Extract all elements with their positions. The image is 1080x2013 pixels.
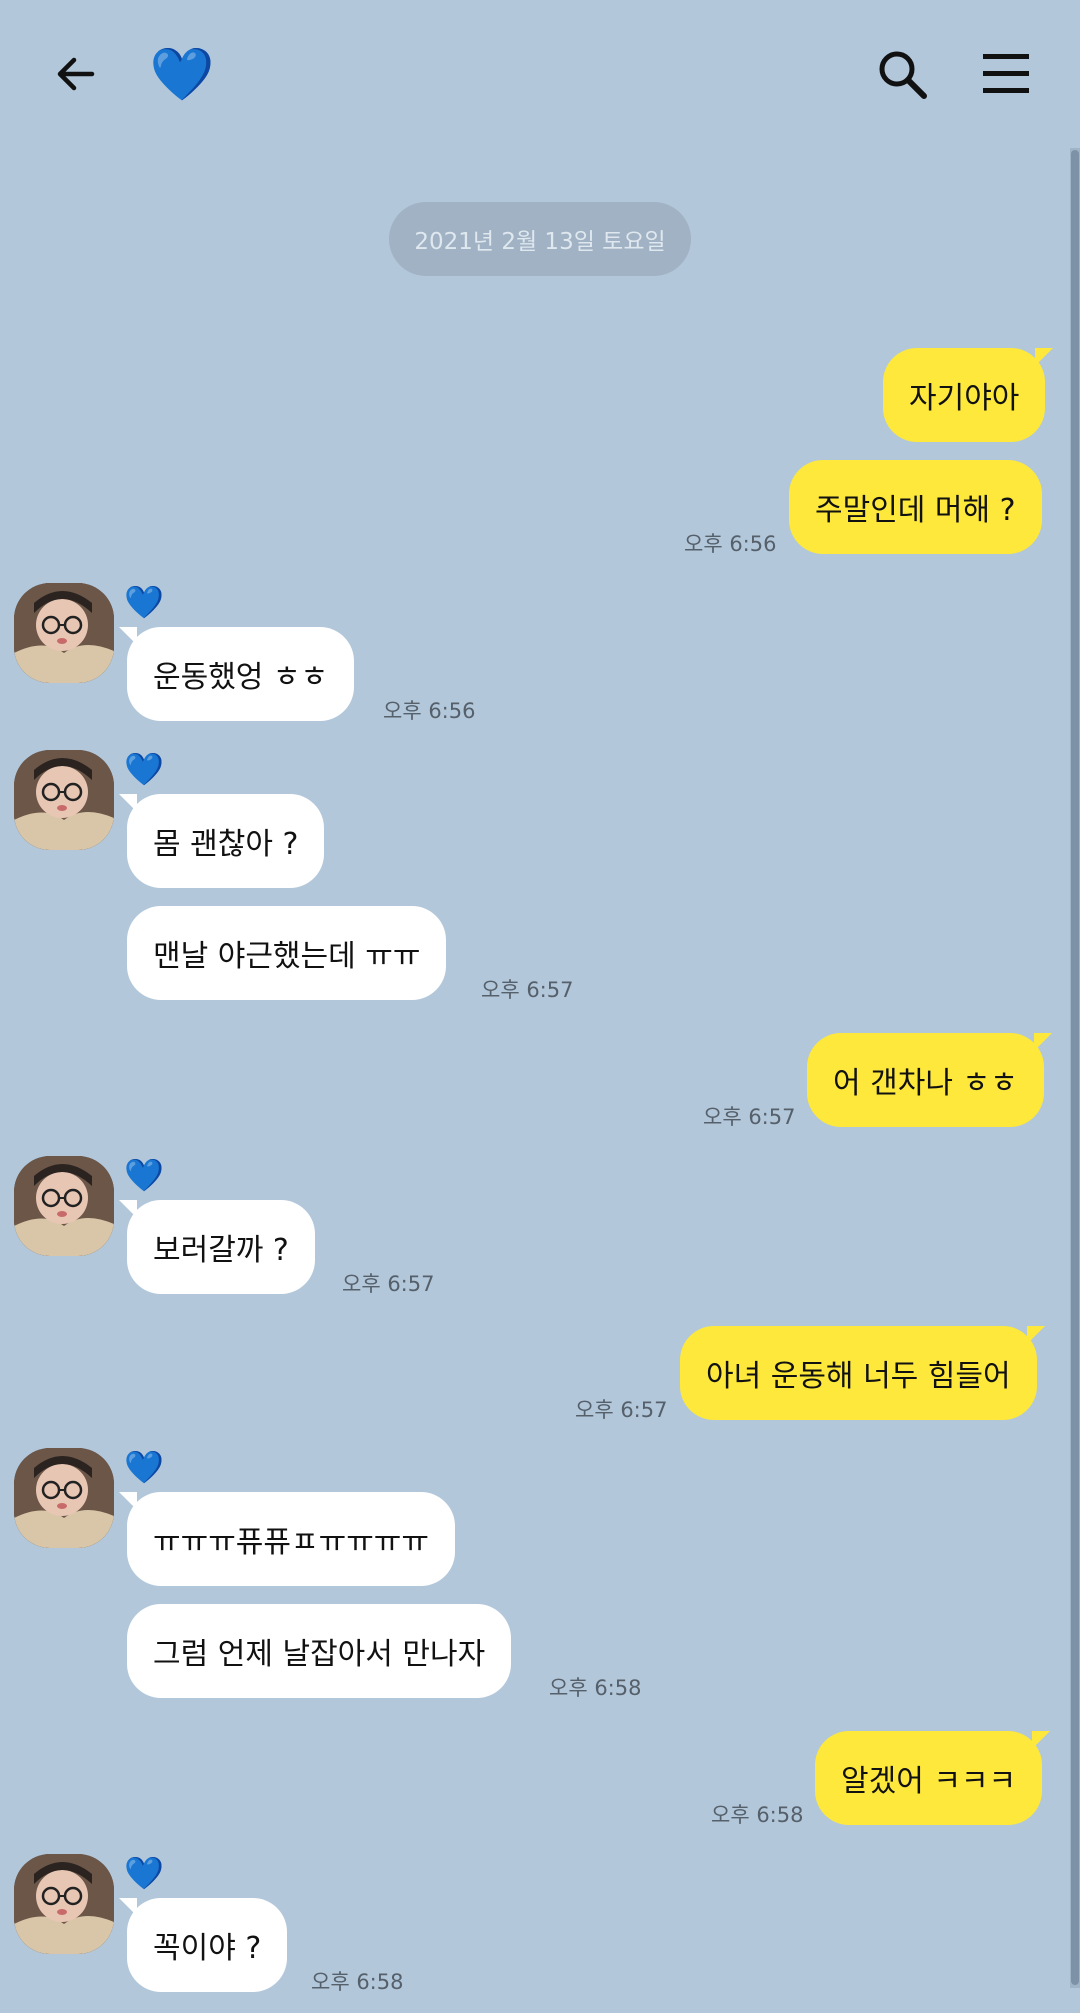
their-message-bubble[interactable]: 운동했엉 ㅎㅎ bbox=[118, 627, 355, 721]
sender-name-heart-icon: 💙 bbox=[124, 750, 164, 788]
message-timestamp: 오후 6:57 bbox=[481, 978, 574, 1002]
message-timestamp: 오후 6:58 bbox=[549, 1676, 642, 1700]
my-message-bubble[interactable]: 주말인데 머해 ? bbox=[789, 460, 1042, 554]
message-timestamp: 오후 6:57 bbox=[342, 1272, 435, 1296]
chat-title-heart-icon[interactable]: 💙 bbox=[150, 36, 215, 114]
date-divider: 2021년 2월 13일 토요일 bbox=[389, 202, 691, 276]
their-message-bubble[interactable]: 보러갈까 ? bbox=[119, 1200, 315, 1294]
their-message-bubble[interactable]: 맨날 야근했는데 ㅠㅠ bbox=[127, 906, 447, 1000]
search-icon[interactable] bbox=[866, 38, 938, 110]
my-message-bubble[interactable]: 자기야아 bbox=[883, 348, 1054, 442]
their-message-bubble[interactable]: 꼭이야 ? bbox=[118, 1898, 288, 1992]
message-timestamp: 오후 6:57 bbox=[575, 1398, 668, 1422]
sender-name-heart-icon: 💙 bbox=[124, 1156, 164, 1194]
my-message-bubble[interactable]: 아녀 운동해 너두 힘들어 bbox=[680, 1326, 1045, 1420]
message-timestamp: 오후 6:56 bbox=[383, 699, 476, 723]
sender-avatar[interactable] bbox=[14, 1448, 114, 1548]
message-timestamp: 오후 6:57 bbox=[703, 1105, 796, 1129]
sender-avatar[interactable] bbox=[14, 1156, 114, 1256]
back-arrow-icon[interactable] bbox=[40, 38, 112, 110]
message-timestamp: 오후 6:58 bbox=[711, 1803, 804, 1827]
my-message-bubble[interactable]: 어 갠차나 ㅎㅎ bbox=[807, 1033, 1052, 1127]
my-message-bubble[interactable]: 알겠어 ㅋㅋㅋ bbox=[815, 1731, 1051, 1825]
hamburger-menu-icon[interactable] bbox=[970, 38, 1042, 110]
their-message-bubble[interactable]: ㅠㅠㅠ퓨퓨ㅍㅠㅠㅠㅠ bbox=[119, 1492, 455, 1586]
message-timestamp: 오후 6:58 bbox=[311, 1970, 404, 1994]
message-timestamp: 오후 6:56 bbox=[684, 532, 777, 556]
sender-avatar[interactable] bbox=[14, 750, 114, 850]
sender-name-heart-icon: 💙 bbox=[124, 1854, 164, 1892]
sender-avatar[interactable] bbox=[14, 1854, 114, 1954]
chat-header: 💙 bbox=[0, 0, 1080, 150]
sender-name-heart-icon: 💙 bbox=[124, 1448, 164, 1486]
their-message-bubble[interactable]: 그럼 언제 날잡아서 만나자 bbox=[127, 1604, 512, 1698]
scrollbar-thumb[interactable] bbox=[1071, 150, 1079, 1985]
their-message-bubble[interactable]: 몸 괜찮아 ? bbox=[118, 794, 325, 888]
sender-name-heart-icon: 💙 bbox=[124, 583, 164, 621]
sender-avatar[interactable] bbox=[14, 583, 114, 683]
